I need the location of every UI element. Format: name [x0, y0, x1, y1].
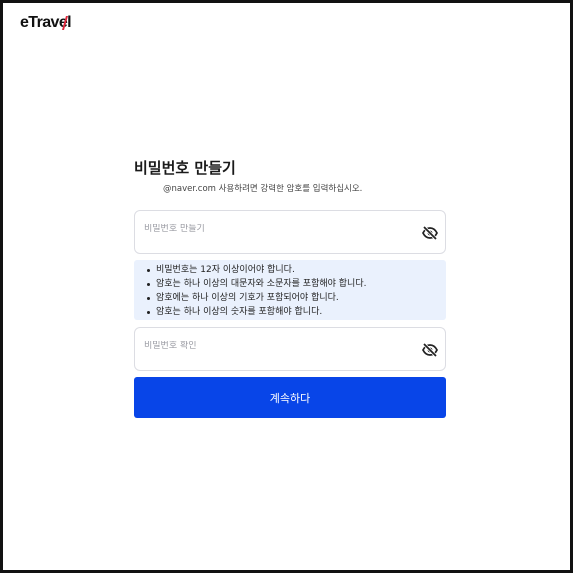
- password-input[interactable]: [144, 224, 404, 234]
- eye-slash-icon[interactable]: [422, 225, 438, 241]
- page-subtitle: @naver.com 사용하려면 강력한 암호를 입력하십시오.: [163, 184, 363, 194]
- requirement-number: 암호는 하나 이상의 숫자를 포함해야 합니다.: [147, 305, 446, 319]
- page-title: 비밀번호 만들기: [134, 159, 236, 177]
- password-field[interactable]: [134, 210, 446, 254]
- logo-swoosh-icon: [62, 16, 68, 30]
- eye-slash-icon[interactable]: [422, 342, 438, 358]
- confirm-password-input[interactable]: [144, 341, 404, 351]
- confirm-password-field[interactable]: [134, 327, 446, 371]
- page-frame: eTravel 비밀번호 만들기 @naver.com 사용하려면 강력한 암호…: [0, 0, 573, 573]
- requirement-symbol: 암호에는 하나 이상의 기호가 포함되어야 합니다.: [147, 291, 446, 305]
- password-requirements: 비밀번호는 12자 이상이어야 합니다. 암호는 하나 이상의 대문자와 소문자…: [134, 260, 446, 320]
- requirement-length: 비밀번호는 12자 이상이어야 합니다.: [147, 263, 446, 277]
- requirement-case: 암호는 하나 이상의 대문자와 소문자를 포함해야 합니다.: [147, 277, 446, 291]
- continue-button[interactable]: 계속하다: [134, 377, 446, 418]
- brand-logo: eTravel: [20, 14, 72, 32]
